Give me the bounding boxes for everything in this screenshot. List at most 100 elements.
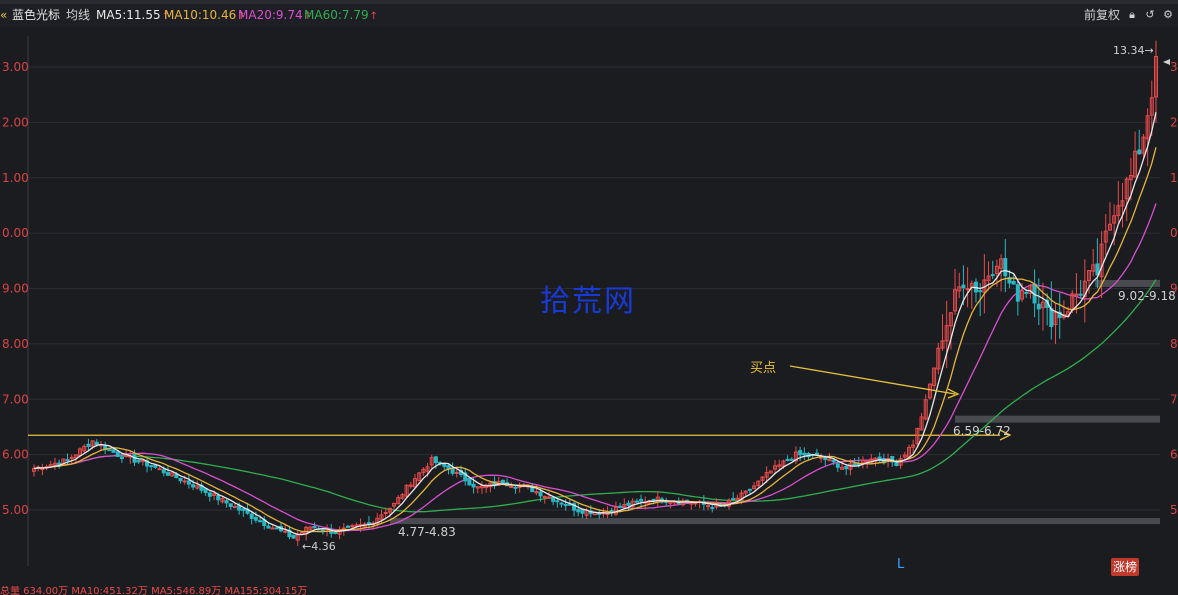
candle-body (1024, 291, 1029, 294)
y-tick-label: 6.00 (2, 448, 29, 462)
line-label[interactable]: 均线 (66, 4, 90, 26)
candle-body (706, 505, 711, 508)
candle-body (283, 530, 288, 533)
candle-body (538, 491, 543, 497)
candle-body (442, 463, 447, 467)
candle-body (785, 458, 790, 461)
buy-point-arrow (789, 365, 956, 395)
candle-body (559, 502, 564, 505)
candle-body (149, 465, 154, 468)
candle-body (65, 459, 70, 462)
ma20-value: MA20:9.74 (238, 8, 303, 22)
y-tick-label-right: 8 (1170, 337, 1178, 351)
candle-body (576, 509, 581, 513)
zone2-label: 6.59-6.72 (953, 424, 1011, 438)
candle-body (383, 512, 388, 515)
ma5-indicator[interactable]: MA5:11.55↑ (96, 4, 170, 28)
ma5-value: MA5:11.55 (96, 8, 161, 22)
candle-body (1011, 280, 1016, 285)
candle-body (978, 290, 983, 293)
y-tick-label-right: 0 (1170, 226, 1178, 240)
undo-icon[interactable]: ↺ (1144, 9, 1156, 21)
candle-body (140, 459, 145, 462)
y-tick-label-right: 2 (1170, 115, 1178, 129)
candle-body (366, 522, 371, 525)
ma60-indicator[interactable]: MA60:7.79↑ (304, 4, 378, 28)
candle-body (634, 500, 639, 503)
candle-body (597, 512, 602, 515)
prefix-mark: « (0, 8, 8, 22)
y-tick-label-right: 3 (1170, 60, 1178, 74)
candle-body (274, 527, 279, 530)
candle-body (551, 497, 556, 502)
candle-body (835, 463, 840, 468)
candle-body (1036, 303, 1041, 310)
lock-icon[interactable]: 🔒︎ (1126, 9, 1138, 21)
candle-body (1137, 149, 1142, 155)
candle-body (258, 520, 263, 523)
candle-body (454, 471, 459, 474)
ma10-value: MA10:10.46 (164, 8, 237, 22)
candle-body (555, 500, 560, 503)
candle-body (433, 456, 438, 464)
candle-body (270, 527, 275, 530)
candle-body (40, 468, 45, 471)
candle-body (731, 498, 736, 501)
candle-body (186, 480, 191, 485)
candle-body (161, 469, 166, 474)
ma10-line (33, 147, 1157, 533)
candle-body (961, 284, 966, 289)
candle-body (249, 513, 254, 519)
y-tick-label: 5.00 (2, 503, 29, 517)
volume-bar-text: 总量 634.00万 MA10:451.32万 MA5:546.89万 MA15… (0, 586, 1178, 595)
y-tick-label-right: 6 (1170, 448, 1178, 462)
stock-name[interactable]: 蓝色光标 (12, 4, 60, 26)
candle-body (119, 456, 124, 460)
y-tick-label-right: 7 (1170, 392, 1178, 406)
y-tick-label-right: 5 (1170, 503, 1178, 517)
adjust-button[interactable]: 前复权 (1084, 4, 1120, 26)
candle-body (228, 503, 233, 507)
candle-body (207, 492, 212, 497)
y-tick-label: 9.00 (2, 282, 29, 296)
y-tick-label: 1.00 (2, 171, 29, 185)
candle-body (844, 466, 849, 470)
candle-body (542, 495, 547, 498)
candle-body (253, 517, 258, 521)
candle-body (563, 503, 568, 507)
ma10-indicator[interactable]: MA10:10.46↑ (164, 4, 246, 28)
zone3-label: 9.02-9.18 (1118, 289, 1176, 303)
ma20-indicator[interactable]: MA20:9.74↑ (238, 4, 312, 28)
y-tick-label: 2.00 (2, 115, 29, 129)
candle-body (1049, 308, 1054, 328)
candle-body (266, 525, 271, 529)
l-marker: L (897, 557, 905, 572)
rank-badge[interactable]: 涨榜 (1111, 558, 1139, 576)
settings-icon[interactable]: ⚙ (1162, 9, 1174, 21)
candle-body (798, 450, 803, 456)
candle-body (216, 495, 221, 501)
low-price-label: ←4.36 (302, 540, 336, 553)
candle-body (580, 509, 585, 514)
candle-body (115, 451, 120, 457)
annotations: 买点 13.34→ ←4.36 4.77-4.83 6.59-6.72 9.02-9.18 (302, 44, 1176, 553)
ma60-value: MA60:7.79 (304, 8, 369, 22)
candle-body (852, 463, 857, 466)
chart-header: « 蓝色光标 均线 MA5:11.55↑ MA10:10.46↑ MA20:9.… (0, 4, 1178, 26)
candle-body (509, 485, 514, 488)
candle-body (333, 531, 338, 534)
candle-body (232, 506, 237, 509)
candle-body (747, 488, 752, 491)
candle-body (789, 458, 794, 461)
candle-body (831, 459, 836, 463)
current-price-marker (1163, 59, 1170, 65)
support-zones (390, 279, 1160, 525)
candle-body (345, 525, 350, 528)
candle-body (86, 443, 91, 447)
candle-body (94, 441, 99, 446)
y-tick-label-right: 1 (1170, 171, 1178, 185)
candle-body (241, 508, 246, 511)
candle-body (224, 500, 229, 504)
candle-body (191, 484, 196, 488)
support-zone-low (390, 518, 1160, 525)
